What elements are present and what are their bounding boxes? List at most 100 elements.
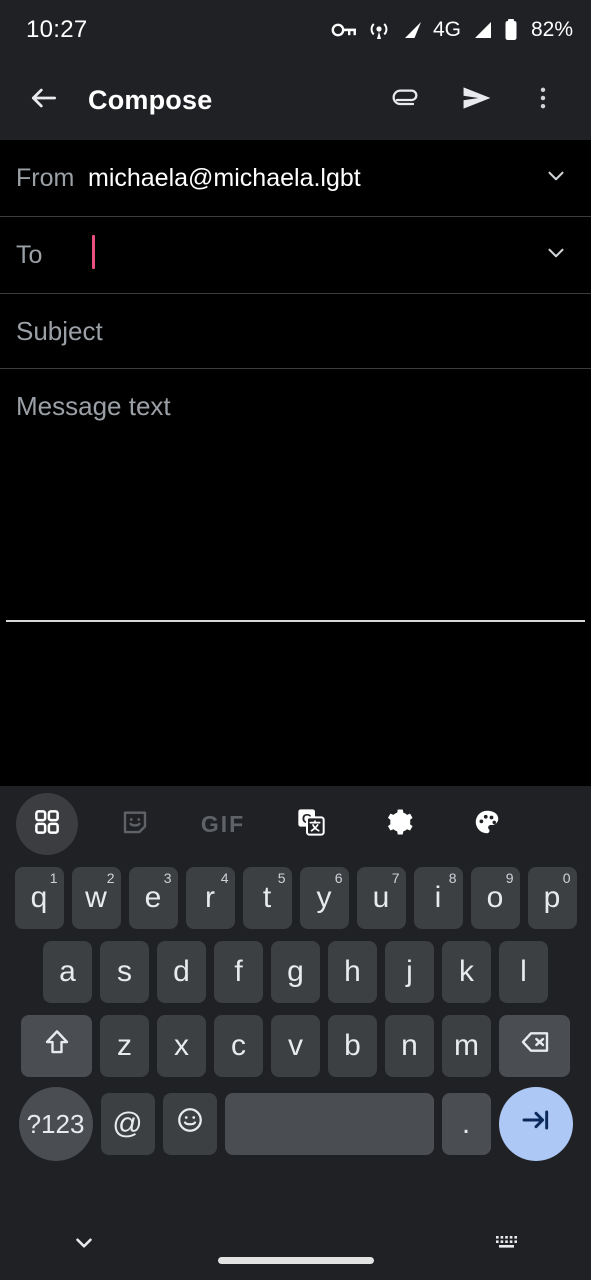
key-z[interactable]: z <box>100 1014 149 1077</box>
key-p[interactable]: 0p <box>527 866 577 929</box>
subject-input[interactable]: Subject <box>16 316 103 347</box>
key-o[interactable]: 9o <box>470 866 520 929</box>
key-hint: 7 <box>391 869 400 886</box>
sticker-icon <box>120 807 150 842</box>
key-label: p <box>543 880 561 914</box>
key-g[interactable]: g <box>271 940 320 1003</box>
keyboard-rows: 1q 2w 3e 4r 5t 6y 7u 8i 9o 0p a s d f g … <box>0 862 591 1164</box>
key-hint: 5 <box>277 869 286 886</box>
chevron-down-icon <box>543 163 569 194</box>
backspace-key[interactable] <box>499 1014 570 1077</box>
keyboard-row-3: z x c v b n m <box>6 1010 585 1081</box>
key-v[interactable]: v <box>271 1014 320 1077</box>
key-w[interactable]: 2w <box>71 866 121 929</box>
key-k[interactable]: k <box>442 940 491 1003</box>
key-e[interactable]: 3e <box>128 866 178 929</box>
emoji-key[interactable] <box>162 1093 217 1155</box>
keyboard-row-1: 1q 2w 3e 4r 5t 6y 7u 8i 9o 0p <box>6 862 585 933</box>
keyboard-row-2: a s d f g h j k l <box>6 936 585 1007</box>
key-a[interactable]: a <box>43 940 92 1003</box>
gif-label: GIF <box>200 810 246 837</box>
key-s[interactable]: s <box>100 940 149 1003</box>
theme-button[interactable] <box>456 793 518 855</box>
key-label: o <box>486 880 504 914</box>
key-label: t <box>262 880 272 914</box>
attach-file-button[interactable] <box>381 74 433 126</box>
key-hint: 4 <box>220 869 229 886</box>
signal-sim1-icon <box>401 19 423 41</box>
hide-keyboard-button[interactable] <box>62 1224 106 1268</box>
symbols-key[interactable]: ?123 <box>18 1087 93 1161</box>
key-d[interactable]: d <box>157 940 206 1003</box>
key-label: i <box>434 880 442 914</box>
network-type-label: 4G <box>432 18 461 41</box>
key-hint: 2 <box>106 869 115 886</box>
key-label: u <box>372 880 390 914</box>
from-label: From <box>16 163 75 192</box>
key-h[interactable]: h <box>328 940 377 1003</box>
send-icon <box>460 81 494 120</box>
app-toolbar: Compose <box>0 60 591 140</box>
key-m[interactable]: m <box>442 1014 491 1077</box>
theme-palette-icon <box>472 807 502 842</box>
compose-bottom-divider <box>6 620 585 622</box>
to-expand-button[interactable] <box>537 236 575 274</box>
key-u[interactable]: 7u <box>356 866 406 929</box>
key-t[interactable]: 5t <box>242 866 292 929</box>
from-expand-button[interactable] <box>537 159 575 197</box>
next-field-key[interactable] <box>498 1087 573 1161</box>
gif-button[interactable]: GIF <box>192 793 254 855</box>
key-q[interactable]: 1q <box>14 866 64 929</box>
keyboard-settings-button[interactable] <box>368 793 430 855</box>
key-hint: 6 <box>334 869 343 886</box>
period-key[interactable]: . <box>441 1093 491 1155</box>
chevron-down-icon <box>543 240 569 271</box>
message-body-input[interactable]: Message text <box>16 391 575 422</box>
chevron-down-icon <box>71 1230 97 1261</box>
message-body-area[interactable]: Message text <box>0 369 591 759</box>
from-value[interactable]: michaela@michaela.lgbt <box>88 164 537 193</box>
key-f[interactable]: f <box>214 940 263 1003</box>
key-x[interactable]: x <box>157 1014 206 1077</box>
status-icons: 4G 82% <box>331 18 573 42</box>
status-bar: 10:27 4G 82% <box>0 0 591 60</box>
to-field-row[interactable]: To <box>0 217 591 294</box>
translate-button[interactable]: G <box>280 793 342 855</box>
key-label: r <box>205 880 215 914</box>
key-l[interactable]: l <box>499 940 548 1003</box>
key-label: e <box>144 880 162 914</box>
space-key[interactable] <box>224 1093 434 1155</box>
key-c[interactable]: c <box>214 1014 263 1077</box>
key-label: q <box>30 880 48 914</box>
key-n[interactable]: n <box>385 1014 434 1077</box>
smiley-icon <box>175 1105 205 1143</box>
key-b[interactable]: b <box>328 1014 377 1077</box>
send-button[interactable] <box>451 74 503 126</box>
more-options-button[interactable] <box>517 74 569 126</box>
tab-next-arrow-icon <box>520 1104 552 1144</box>
key-y[interactable]: 6y <box>299 866 349 929</box>
key-hint: 3 <box>163 869 172 886</box>
back-button[interactable] <box>22 78 66 122</box>
backspace-icon <box>519 1026 551 1066</box>
to-input[interactable] <box>88 234 537 276</box>
key-i[interactable]: 8i <box>413 866 463 929</box>
key-label: w <box>85 880 107 914</box>
more-vertical-icon <box>529 84 557 117</box>
paperclip-icon <box>391 82 423 119</box>
key-r[interactable]: 4r <box>185 866 235 929</box>
key-j[interactable]: j <box>385 940 434 1003</box>
at-key[interactable]: @ <box>100 1093 155 1155</box>
sticker-button[interactable] <box>104 793 166 855</box>
keyboard-row-4: ?123 @ . <box>6 1084 585 1164</box>
switch-keyboard-button[interactable] <box>485 1224 529 1268</box>
on-screen-keyboard: GIF G <box>0 786 591 1211</box>
from-field-row[interactable]: From michaela@michaela.lgbt <box>0 140 591 217</box>
signal-sim2-icon <box>471 19 493 41</box>
subject-field-row[interactable]: Subject <box>0 294 591 369</box>
shift-key[interactable] <box>21 1014 92 1077</box>
to-label: To <box>16 240 43 269</box>
apps-grid-button[interactable] <box>16 793 78 855</box>
compose-screen: 10:27 4G 82% Compose From michaela@micha… <box>0 0 591 1280</box>
home-indicator[interactable] <box>217 1257 374 1264</box>
